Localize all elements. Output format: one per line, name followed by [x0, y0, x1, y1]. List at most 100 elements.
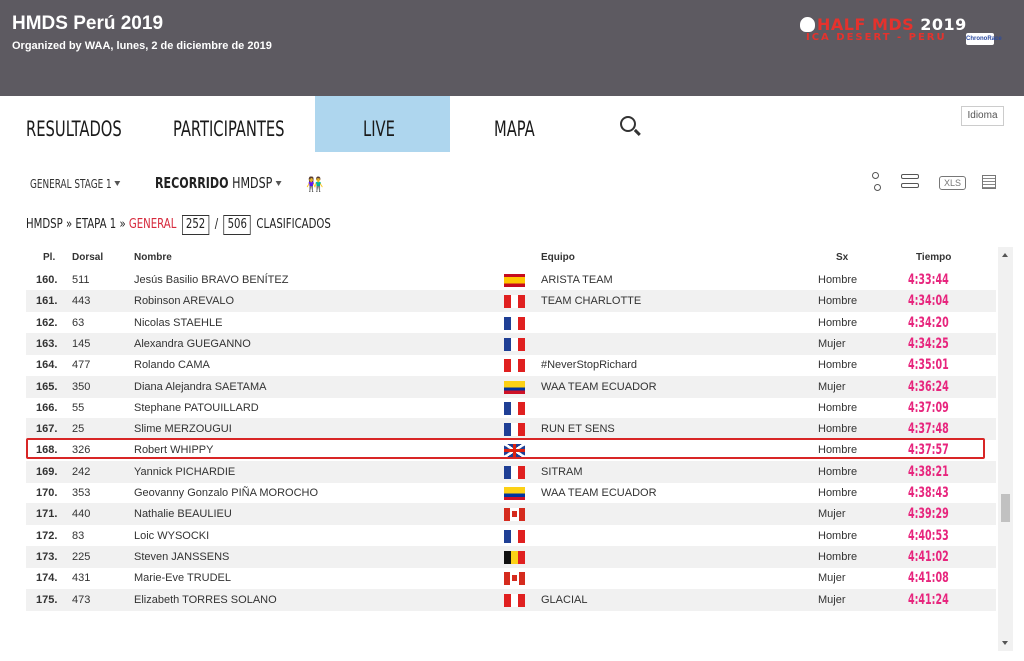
cell-dorsal: 326 [72, 444, 91, 457]
cell-pl: 173. [36, 550, 58, 563]
col-time[interactable]: Tiempo [916, 247, 951, 269]
cell-pl: 170. [36, 487, 58, 499]
chevron-down-icon [275, 181, 282, 186]
cell-pl: 175. [36, 593, 58, 606]
cell-pl: 161. [36, 295, 58, 308]
cell-name: Robinson AREVALO [134, 295, 235, 308]
breadcrumb-current: GENERAL [128, 217, 177, 232]
cell-team: GLACIAL [541, 593, 588, 606]
table-row[interactable]: 160. 511 Jesús Basilio BRAVO BENÍTEZ ARISTA… [26, 269, 996, 291]
cell-name: Nathalie BEAULIEU [134, 508, 232, 521]
cell-time: 4:37:57 [908, 442, 949, 459]
table-row[interactable]: 164. 477 Rolando CAMA #NeverStopRichard Homb… [26, 354, 996, 376]
cell-name: Slime MERZOUGUI [134, 423, 232, 436]
cell-team: WAA TEAM ECUADOR [541, 487, 657, 499]
printable-view-icon[interactable] [982, 175, 996, 189]
col-dorsal[interactable]: Dorsal [72, 247, 103, 269]
cell-pl: 172. [36, 529, 58, 542]
tab-mapa[interactable]: MAPA [494, 96, 535, 152]
flag-es-icon [504, 274, 525, 287]
col-pl[interactable]: Pl. [43, 247, 55, 269]
cell-name: Steven JANSSENS [134, 550, 230, 563]
cell-sx: Hombre [818, 295, 858, 308]
table-row[interactable]: 171. 440 Nathalie BEAULIEU Mujer 4:39:29 [26, 503, 996, 526]
cell-time: 4:38:43 [908, 485, 949, 501]
stage-label: GENERAL STAGE 1 [30, 177, 112, 191]
table-row[interactable]: 165. 350 Diana Alejandra SAETAMA WAA TEAM E… [26, 375, 996, 398]
cell-sx: Mujer [818, 337, 846, 350]
cell-time: 4:41:02 [908, 548, 949, 565]
search-icon[interactable] [620, 116, 636, 132]
cell-dorsal: 443 [72, 295, 91, 308]
xls-export-button[interactable]: XLS [939, 176, 966, 190]
cell-pl: 165. [36, 380, 58, 393]
cell-sx: Hombre [818, 529, 858, 542]
results-table: Pl. Dorsal Nombre Equipo Sx Tiempo 160. 5… [26, 247, 996, 651]
cell-sx: Hombre [818, 316, 858, 329]
cell-dorsal: 225 [72, 550, 91, 563]
cell-sx: Hombre [818, 444, 858, 457]
cell-sx: Mujer [818, 508, 846, 521]
table-row[interactable]: 173. 225 Steven JANSSENS Hombre 4:41:02 [26, 545, 996, 568]
cell-time: 4:34:25 [908, 335, 949, 352]
cell-dorsal: 242 [72, 465, 91, 478]
cell-dorsal: 511 [72, 274, 90, 286]
table-row[interactable]: 167. 25 Slime MERZOUGUI RUN ET SENS Hombre 4:… [26, 418, 996, 441]
cell-dorsal: 477 [72, 359, 91, 372]
cell-name: Loic WYSOCKI [134, 529, 210, 542]
cell-name: Diana Alejandra SAETAMA [134, 380, 267, 393]
cell-sx: Mujer [818, 572, 846, 585]
col-sx[interactable]: Sx [836, 247, 848, 269]
flag-ec-icon [504, 487, 525, 500]
tab-live[interactable]: LIVE [363, 96, 395, 152]
cell-time: 4:35:01 [908, 357, 949, 374]
table-row[interactable]: 170. 353 Geovanny Gonzalo PIÑA MOROCHO WAA … [26, 482, 996, 504]
flag-fr-icon [504, 465, 525, 479]
breadcrumb-race[interactable]: HMDSP [26, 217, 63, 232]
breadcrumb-stage[interactable]: ETAPA 1 [75, 217, 116, 232]
breadcrumb: HMDSP » ETAPA 1 » GENERAL 252 / 506 CLAS… [26, 215, 331, 239]
flag-fr-icon [504, 337, 525, 351]
cell-name: Alexandra GUEGANNO [134, 337, 251, 350]
cell-pl: 160. [36, 274, 58, 286]
table-row[interactable]: 168. 326 Robert WHIPPY Hombre 4:37:57 [26, 439, 996, 461]
table-row[interactable]: 162. 63 Nicolas STAEHLE Hombre 4:34:20 [26, 312, 996, 334]
tab-resultados[interactable]: RESULTADOS [26, 96, 122, 152]
cell-sx: Hombre [818, 423, 858, 436]
logo-tagline: ICA DESERT - PERU [806, 32, 947, 43]
table-row[interactable]: 174. 431 Marie-Eve TRUDEL Mujer 4:41:08 [26, 567, 996, 589]
chronorace-logo: ChronoRace [966, 33, 1002, 45]
cell-name: Stephane PATOUILLARD [134, 401, 259, 414]
cell-dorsal: 25 [72, 423, 85, 436]
cell-dorsal: 83 [72, 529, 85, 542]
cell-time: 4:34:20 [908, 314, 949, 331]
tree-view-icon[interactable] [872, 172, 882, 194]
tab-participantes[interactable]: PARTICIPANTES [173, 96, 285, 152]
table-row[interactable]: 166. 55 Stephane PATOUILLARD Hombre 4:37:09 [26, 397, 996, 419]
scroll-up-arrow-icon[interactable] [1002, 253, 1008, 257]
table-row[interactable]: 161. 443 Robinson AREVALO TEAM CHARLOTTE Hom… [26, 290, 996, 313]
table-row[interactable]: 172. 83 Loic WYSOCKI Hombre 4:40:53 [26, 525, 996, 547]
cell-dorsal: 473 [72, 593, 91, 606]
table-row[interactable]: 163. 145 Alexandra GUEGANNO Mujer 4:34:25 [26, 332, 996, 355]
table-row[interactable]: 169. 242 Yannick PICHARDIE SITRAM Hombre 4:38… [26, 460, 996, 483]
course-dropdown[interactable]: RECORRIDO HMDSP [155, 174, 282, 192]
table-row[interactable]: 175. 473 Elizabeth TORRES SOLANO GLACIAL Muj… [26, 588, 996, 611]
cell-pl: 168. [36, 444, 58, 457]
gender-filter-icon[interactable]: 👫 [306, 176, 323, 193]
main-nav: RESULTADOS PARTICIPANTES LIVE MAPA Idiom… [0, 96, 1024, 152]
cell-dorsal: 55 [72, 401, 85, 414]
flag-it-icon [504, 359, 525, 373]
col-team[interactable]: Equipo [541, 247, 575, 269]
list-view-icon[interactable] [901, 174, 919, 192]
total-count: 506 [223, 215, 251, 235]
table-scrollbar[interactable] [998, 247, 1013, 651]
scroll-down-arrow-icon[interactable] [1002, 641, 1008, 645]
flag-fr-icon [504, 401, 525, 415]
language-button[interactable]: Idioma [961, 106, 1004, 126]
race-subtitle: Organized by WAA, lunes, 2 de diciembre … [12, 40, 272, 52]
scrollbar-thumb[interactable] [1001, 494, 1010, 522]
cell-name: Jesús Basilio BRAVO BENÍTEZ [134, 274, 289, 286]
col-name[interactable]: Nombre [134, 247, 172, 269]
stage-dropdown[interactable]: GENERAL STAGE 1 [30, 177, 121, 191]
